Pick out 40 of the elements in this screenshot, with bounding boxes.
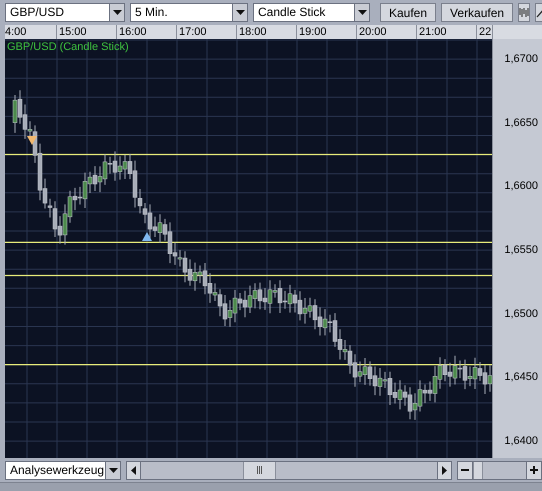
dropdown-field[interactable]: 5 Min. xyxy=(130,3,248,22)
dropdown-value: Analysewerkzeug xyxy=(9,462,105,478)
dropdown-field[interactable]: Candle Stick xyxy=(253,3,370,22)
toolbar-button[interactable]: Kaufen xyxy=(380,3,436,22)
caret-icon xyxy=(108,468,118,472)
scroll-right-icon[interactable] xyxy=(437,462,451,478)
price-label: 1,6600 xyxy=(504,180,538,192)
horizontal-line[interactable] xyxy=(5,242,492,243)
price-label: 1,6700 xyxy=(504,53,538,65)
zoom-slider[interactable] xyxy=(457,460,542,480)
dropdown-button[interactable] xyxy=(105,462,120,478)
chart-title: GBP/USD (Candle Stick) xyxy=(7,40,129,55)
dropdown-field[interactable]: GBP/USD xyxy=(5,3,125,22)
bar-chart-icon[interactable] xyxy=(518,3,530,22)
scroll-left-icon[interactable] xyxy=(127,462,141,478)
horizontal-line[interactable] xyxy=(5,154,492,156)
caret-icon xyxy=(358,10,366,15)
price-label: 1,6500 xyxy=(504,308,538,320)
dropdown-button[interactable] xyxy=(232,4,247,21)
price-label: 1,6400 xyxy=(504,434,538,447)
dropdown-value: GBP/USD xyxy=(9,4,66,21)
toolbar-button[interactable]: Verkaufen xyxy=(441,3,514,22)
caret-icon xyxy=(112,10,122,15)
sell-triangle-icon xyxy=(27,136,37,145)
zoom-out-icon[interactable] xyxy=(458,462,473,478)
caret-icon xyxy=(236,10,244,15)
horizontal-scrollbar[interactable] xyxy=(126,460,452,480)
horizontal-line[interactable] xyxy=(5,274,492,276)
zoom-thumb[interactable] xyxy=(473,462,483,478)
zoom-in-icon[interactable] xyxy=(526,462,541,478)
dropdown-value: Candle Stick xyxy=(257,4,326,21)
price-label: 1,6650 xyxy=(504,116,538,129)
buy-triangle-icon xyxy=(142,232,152,241)
dropdown-button[interactable] xyxy=(109,4,124,21)
dropdown-field[interactable]: Analysewerkzeug xyxy=(5,460,121,480)
price-label: 1,6550 xyxy=(504,244,538,256)
dropdown-value: 5 Min. xyxy=(134,4,169,21)
scroll-thumb[interactable] xyxy=(243,462,276,478)
dropdown-button[interactable] xyxy=(354,4,369,21)
price-label: 1,6450 xyxy=(504,371,538,384)
